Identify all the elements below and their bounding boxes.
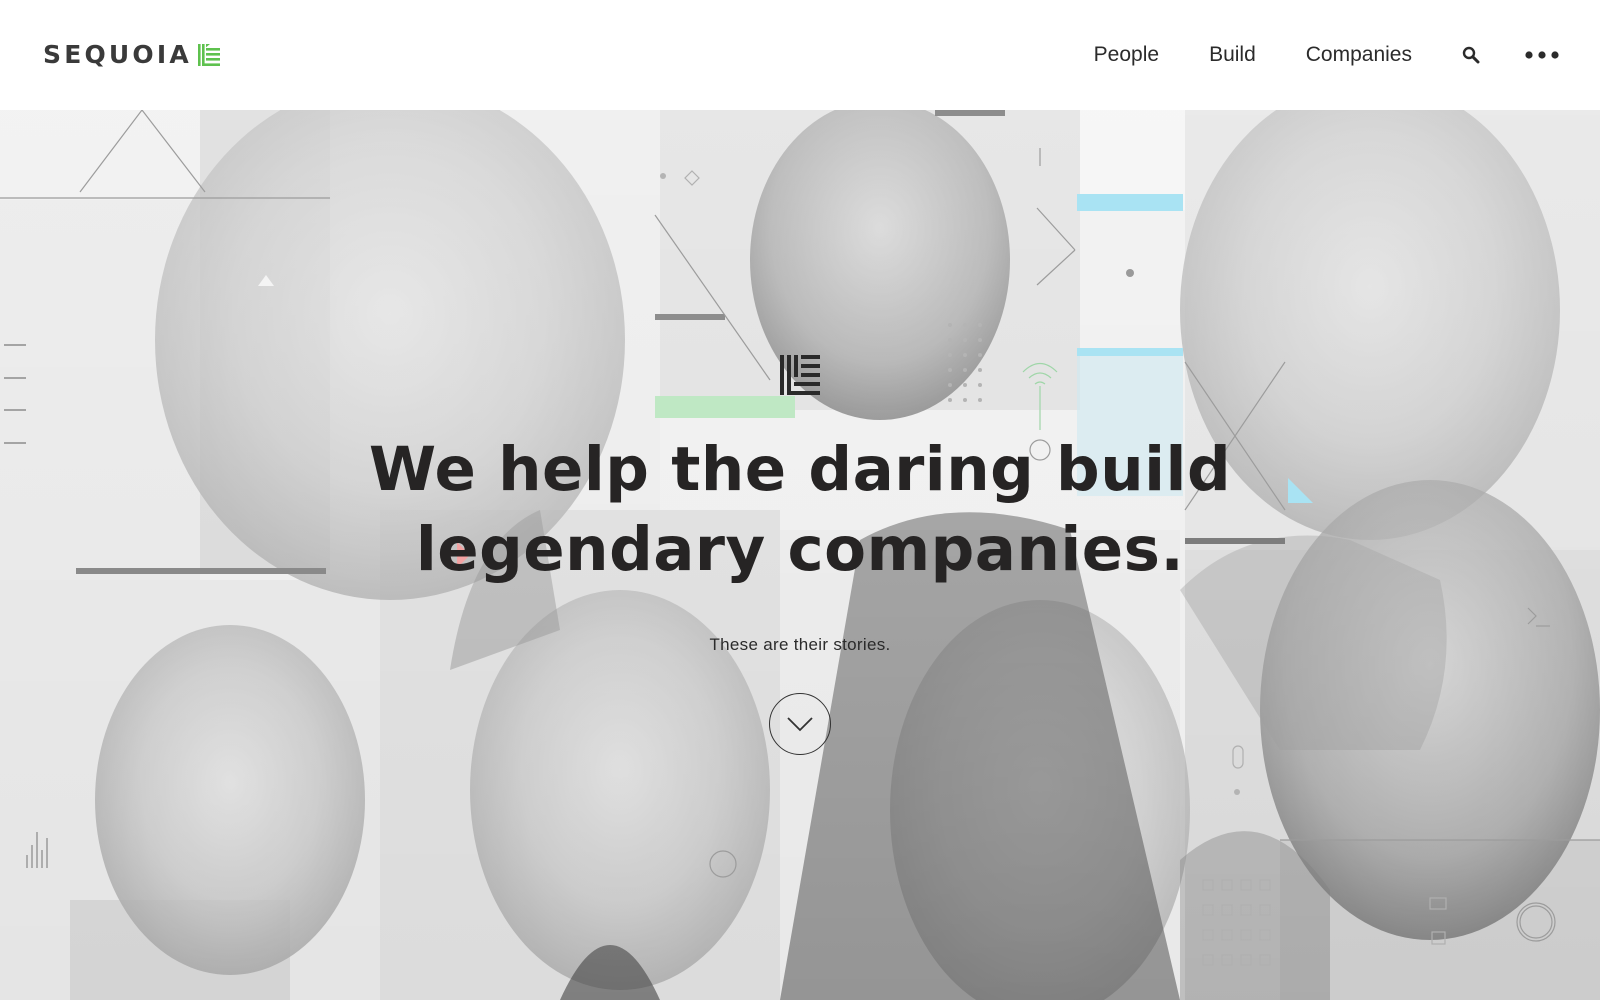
nav-build-link[interactable]: Build (1209, 43, 1256, 67)
search-icon[interactable] (1462, 46, 1480, 64)
hero-headline: We help the daring build legendary compa… (200, 430, 1400, 590)
hero-headline-line-1: We help the daring build (368, 434, 1232, 505)
main-nav: People Build Companies (1094, 0, 1600, 110)
hero-headline-line-2: legendary companies. (415, 514, 1185, 585)
sequoia-leaf-icon (197, 43, 220, 66)
site-header: SEQUOIA People Build Companies (0, 0, 1600, 110)
nav-people-link[interactable]: People (1094, 43, 1159, 67)
more-menu-icon[interactable] (1524, 50, 1560, 60)
sequoia-logo[interactable]: SEQUOIA (43, 40, 220, 69)
nav-companies-link[interactable]: Companies (1306, 43, 1412, 67)
hero-section: We help the daring build legendary compa… (0, 110, 1600, 1000)
hero-subtitle: These are their stories. (709, 635, 891, 654)
sequoia-emblem-icon (780, 355, 820, 395)
logo-text: SEQUOIA (43, 40, 192, 69)
scroll-down-button[interactable] (769, 693, 831, 755)
chevron-down-icon (787, 717, 813, 732)
